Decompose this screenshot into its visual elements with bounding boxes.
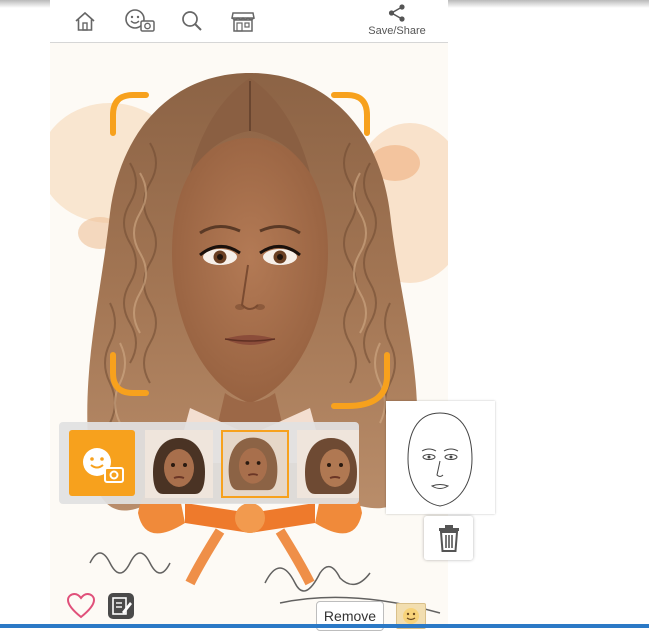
face-thumbnail-2[interactable] bbox=[221, 430, 289, 498]
app-window: Save/Share Remove bbox=[50, 0, 495, 631]
face-camera-button[interactable] bbox=[69, 430, 135, 496]
avatar-illustration bbox=[50, 73, 448, 614]
avatar-canvas[interactable] bbox=[50, 43, 448, 628]
trash-icon bbox=[438, 525, 459, 552]
face-camera-icon bbox=[125, 9, 155, 32]
face-thumbnail-image bbox=[305, 438, 357, 494]
store-icon bbox=[231, 12, 255, 32]
face-thumbnail-image bbox=[153, 438, 205, 494]
home-button[interactable] bbox=[70, 6, 100, 36]
top-toolbar: Save/Share bbox=[50, 0, 448, 43]
taskbar-edge bbox=[0, 624, 649, 628]
face-thumbnail-3[interactable] bbox=[297, 430, 359, 498]
favorite-button[interactable] bbox=[66, 592, 96, 619]
face-template-preview[interactable] bbox=[386, 401, 495, 514]
face-outline-sketch bbox=[407, 412, 473, 507]
search-button[interactable] bbox=[177, 6, 207, 36]
heart-icon bbox=[66, 592, 96, 619]
search-icon bbox=[182, 11, 202, 31]
home-icon bbox=[75, 11, 95, 31]
store-button[interactable] bbox=[228, 6, 258, 36]
delete-button[interactable] bbox=[424, 516, 473, 560]
face-camera-icon bbox=[83, 448, 124, 483]
face-thumbnail-1[interactable] bbox=[145, 430, 213, 498]
save-share-button[interactable]: Save/Share bbox=[362, 3, 432, 39]
save-share-label: Save/Share bbox=[368, 25, 426, 37]
face-thumbnail-image bbox=[228, 437, 278, 491]
edit-icon bbox=[108, 593, 134, 619]
face-selection-strip bbox=[59, 422, 359, 504]
share-icon bbox=[388, 4, 405, 22]
edit-button[interactable] bbox=[107, 592, 135, 620]
face-camera-tool-button[interactable] bbox=[123, 6, 157, 36]
